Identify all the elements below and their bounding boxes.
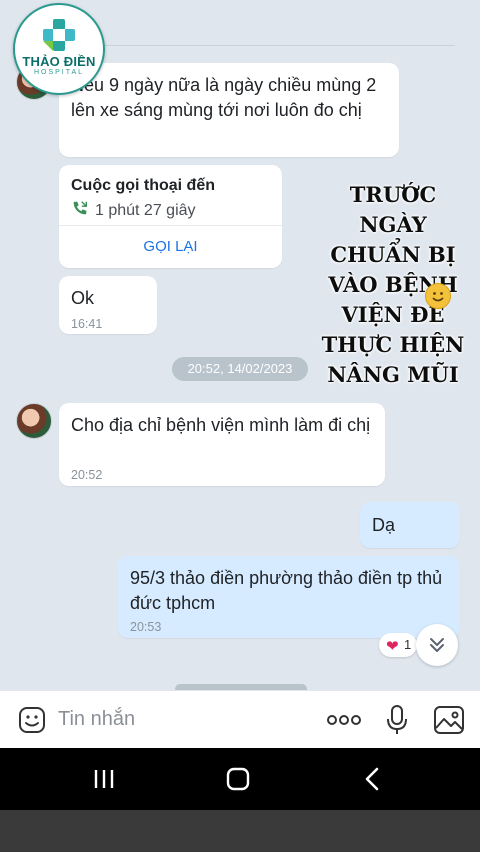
phone-incoming-icon	[73, 201, 88, 215]
more-options-icon[interactable]	[327, 713, 361, 727]
system-navigation-bar	[0, 748, 480, 810]
reaction-count: 1	[404, 637, 412, 652]
message-time: 20:52	[71, 468, 103, 482]
message-text: Nếu 9 ngày nữa là ngày chiều mùng 2 lên …	[71, 75, 377, 120]
message-time: 20:53	[130, 620, 162, 634]
smiling-face-emoji	[425, 283, 451, 309]
message-text: Cho địa chỉ bệnh viện mình làm đi chị	[71, 415, 371, 435]
bottom-strip	[0, 810, 480, 852]
message-bubble-outgoing[interactable]: Dạ	[360, 502, 460, 548]
caption-line: NÂNG MŨI	[327, 362, 459, 387]
logo-name: THẢO ĐIỀN	[22, 54, 96, 69]
callback-button[interactable]: GỌI LẠI	[59, 227, 282, 267]
message-bubble-incoming[interactable]: Ok 16:41	[59, 276, 157, 334]
divider	[59, 225, 282, 226]
message-composer[interactable]: Tin nhắn	[0, 690, 480, 749]
message-time: 16:41	[71, 317, 103, 331]
message-input[interactable]: Tin nhắn	[58, 708, 135, 731]
logo-subtitle: HOSPITAL	[33, 69, 85, 76]
image-icon[interactable]	[433, 705, 465, 735]
call-card[interactable]: Cuộc gọi thoại đến 1 phút 27 giây GỌI LẠ…	[59, 165, 282, 268]
message-bubble-outgoing[interactable]: 95/3 thảo điền phường thảo điền tp thủ đ…	[118, 556, 460, 638]
message-bubble-incoming[interactable]: Cho địa chỉ bệnh viện mình làm đi chị 20…	[59, 403, 385, 486]
medical-cross-icon	[43, 19, 75, 51]
message-text: Dạ	[372, 515, 396, 535]
call-duration: 1 phút 27 giây	[95, 202, 196, 219]
chat-area[interactable]: Nếu 9 ngày nữa là ngày chiều mùng 2 lên …	[0, 0, 480, 690]
date-separator: 20:52, 14/02/2023	[172, 357, 308, 381]
message-text: 95/3 thảo điền phường thảo điền tp thủ đ…	[130, 568, 443, 613]
call-title: Cuộc gọi thoại đến	[71, 177, 215, 194]
contact-avatar[interactable]	[16, 403, 52, 439]
recents-icon[interactable]	[92, 767, 116, 791]
scroll-down-button[interactable]	[416, 624, 458, 666]
message-bubble-incoming[interactable]: Nếu 9 ngày nữa là ngày chiều mùng 2 lên …	[59, 63, 399, 157]
back-icon[interactable]	[362, 766, 382, 792]
caption-line: TRƯỚC	[349, 182, 437, 207]
caption-line: NGÀY	[359, 212, 427, 237]
caption-line: THỰC HIỆN	[321, 332, 465, 357]
reaction-badge[interactable]: ❤ 1	[379, 633, 417, 657]
heart-icon: ❤	[386, 638, 399, 655]
microphone-icon[interactable]	[386, 704, 408, 736]
home-icon[interactable]	[225, 766, 251, 792]
caption-line: CHUẨN BỊ	[330, 242, 456, 267]
message-text: Ok	[71, 288, 95, 308]
divider	[105, 45, 455, 46]
sticker-icon[interactable]	[17, 705, 47, 735]
hospital-logo: THẢO ĐIỀN HOSPITAL	[13, 3, 105, 95]
double-chevron-down-icon	[430, 638, 444, 652]
